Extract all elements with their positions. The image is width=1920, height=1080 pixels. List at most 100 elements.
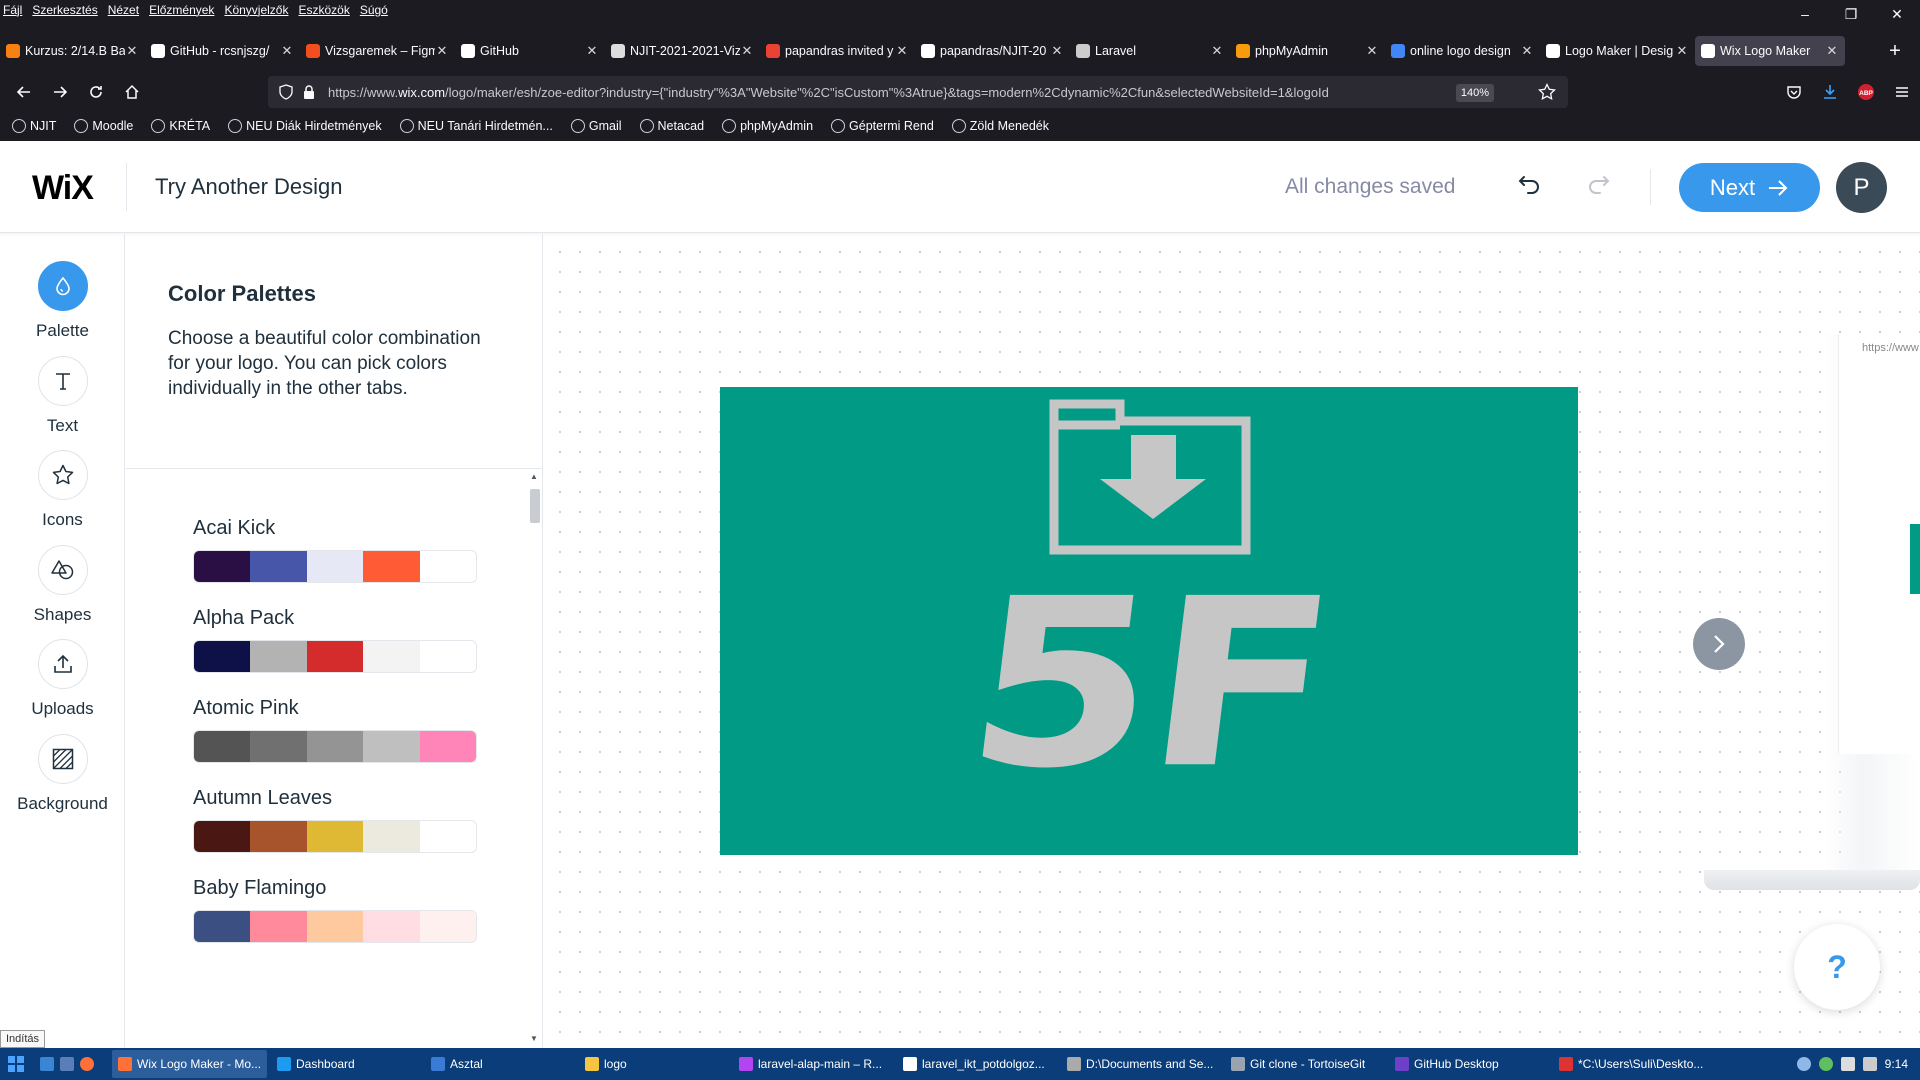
menu-item[interactable]: Súgó — [355, 3, 393, 17]
firefox-icon[interactable] — [80, 1057, 94, 1071]
color-swatch[interactable] — [250, 551, 307, 582]
hamburger-menu-icon[interactable] — [1884, 84, 1920, 100]
redo-button[interactable] — [1583, 169, 1613, 199]
bookmark-item[interactable]: Netacad — [628, 119, 711, 133]
menu-item[interactable]: Eszközök — [293, 3, 354, 17]
bookmark-item[interactable]: Moodle — [62, 119, 139, 133]
bookmark-item[interactable]: phpMyAdmin — [710, 119, 819, 133]
bookmark-item[interactable]: KRÉTA — [139, 119, 216, 133]
browser-tab[interactable]: phpMyAdmin ✕ — [1230, 36, 1385, 66]
bookmark-item[interactable]: NJIT — [0, 119, 62, 133]
color-swatch[interactable] — [419, 731, 476, 762]
adblock-icon[interactable]: ABP — [1848, 83, 1884, 101]
color-swatch[interactable] — [419, 911, 476, 942]
nav-background[interactable]: Background — [0, 734, 125, 814]
color-swatch[interactable] — [194, 731, 251, 762]
next-button[interactable]: Next — [1679, 163, 1820, 212]
close-tab-icon[interactable]: ✕ — [280, 43, 294, 59]
palette-swatches[interactable] — [193, 910, 477, 943]
nav-palette[interactable]: Palette — [0, 261, 125, 341]
home-button[interactable] — [114, 76, 150, 108]
color-swatch[interactable] — [419, 821, 476, 852]
color-swatch[interactable] — [194, 821, 251, 852]
palette-option[interactable]: Atomic Pink — [193, 697, 477, 763]
nav-text[interactable]: Text — [0, 356, 125, 436]
close-tab-icon[interactable]: ✕ — [1365, 43, 1379, 59]
menu-item[interactable]: Könyvjelzők — [219, 3, 293, 17]
taskbar-item[interactable]: laravel_ikt_potdolgoz... — [897, 1050, 1057, 1078]
pocket-icon[interactable] — [1776, 84, 1812, 100]
menu-item[interactable]: Előzmények — [144, 3, 219, 17]
close-tab-icon[interactable]: ✕ — [1210, 43, 1224, 59]
palette-swatches[interactable] — [193, 640, 477, 673]
lock-icon[interactable] — [302, 84, 316, 100]
close-tab-icon[interactable]: ✕ — [1050, 43, 1064, 59]
taskbar-item[interactable]: D:\Documents and Se... — [1061, 1050, 1221, 1078]
minimize-button[interactable]: – — [1782, 0, 1828, 28]
close-tab-icon[interactable]: ✕ — [125, 43, 139, 59]
taskbar-item[interactable]: Git clone - TortoiseGit — [1225, 1050, 1385, 1078]
close-tab-icon[interactable]: ✕ — [1520, 43, 1534, 59]
bookmark-item[interactable]: Gmail — [559, 119, 628, 133]
palette-option[interactable]: Baby Flamingo — [193, 877, 477, 943]
browser-tab[interactable]: papandras/NJIT-20 ✕ — [915, 36, 1070, 66]
close-tab-icon[interactable]: ✕ — [1825, 43, 1839, 59]
color-swatch[interactable] — [363, 551, 420, 582]
browser-tab[interactable]: Logo Maker | Desig ✕ — [1540, 36, 1695, 66]
color-swatch[interactable] — [306, 641, 364, 672]
bookmark-item[interactable]: Géptermi Rend — [819, 119, 940, 133]
palette-option[interactable]: Acai Kick — [193, 517, 477, 583]
color-swatch[interactable] — [363, 821, 420, 852]
taskbar-item[interactable]: logo — [579, 1050, 729, 1078]
color-swatch[interactable] — [194, 911, 251, 942]
taskbar-item[interactable]: laravel-alap-main – R... — [733, 1050, 893, 1078]
taskbar-item[interactable]: GitHub Desktop — [1389, 1050, 1549, 1078]
color-swatch[interactable] — [250, 911, 307, 942]
network-icon[interactable] — [1796, 1057, 1811, 1071]
monitor-icon[interactable] — [1840, 1057, 1855, 1071]
color-swatch[interactable] — [363, 641, 420, 672]
close-tab-icon[interactable]: ✕ — [435, 43, 449, 59]
nav-icons[interactable]: Icons — [0, 450, 125, 530]
browser-tab[interactable]: papandras invited y ✕ — [760, 36, 915, 66]
bookmark-item[interactable]: NEU Tanári Hirdetmén... — [388, 119, 559, 133]
palette-option[interactable]: Autumn Leaves — [193, 787, 477, 853]
browser-tab[interactable]: online logo design ✕ — [1385, 36, 1540, 66]
color-swatch[interactable] — [306, 911, 364, 942]
palette-swatches[interactable] — [193, 550, 477, 583]
back-button[interactable] — [6, 76, 42, 108]
address-bar[interactable]: https://www.wix.com/logo/maker/esh/zoe-e… — [268, 76, 1568, 108]
close-tab-icon[interactable]: ✕ — [895, 43, 909, 59]
browser-tab[interactable]: Wix Logo Maker ✕ — [1695, 36, 1845, 66]
browser-tab[interactable]: NJIT-2021-2021-Viz ✕ — [605, 36, 760, 66]
tray-app-icon[interactable] — [1818, 1057, 1833, 1071]
browser-tab[interactable]: GitHub - rcsnjszg/ ✕ — [145, 36, 300, 66]
palette-swatches[interactable] — [193, 820, 477, 853]
reload-button[interactable] — [78, 76, 114, 108]
downloads-icon[interactable] — [1812, 84, 1848, 100]
browser-tab[interactable]: GitHub ✕ — [455, 36, 605, 66]
color-swatch[interactable] — [306, 731, 364, 762]
taskbar-item[interactable]: *C:\Users\Suli\Deskto... — [1553, 1050, 1703, 1078]
scroll-down-icon[interactable]: ▼ — [529, 1034, 539, 1043]
color-swatch[interactable] — [419, 641, 476, 672]
color-swatch[interactable] — [363, 911, 420, 942]
help-button[interactable]: ? — [1794, 924, 1880, 1010]
taskbar-item[interactable]: Wix Logo Maker - Mo... — [112, 1050, 267, 1078]
browser-tab[interactable]: Vizsgaremek – Figm ✕ — [300, 36, 455, 66]
close-tab-icon[interactable]: ✕ — [585, 43, 599, 59]
color-swatch[interactable] — [250, 821, 307, 852]
wix-logo[interactable]: WiX — [32, 169, 94, 208]
close-tab-icon[interactable]: ✕ — [740, 43, 754, 59]
nav-shapes[interactable]: Shapes — [0, 545, 125, 625]
palette-option[interactable]: Alpha Pack — [193, 607, 477, 673]
menu-item[interactable]: Szerkesztés — [27, 3, 102, 17]
color-swatch[interactable] — [194, 551, 251, 582]
nav-uploads[interactable]: Uploads — [0, 639, 125, 719]
forward-button[interactable] — [42, 76, 78, 108]
color-swatch[interactable] — [363, 731, 420, 762]
avatar[interactable]: P — [1836, 162, 1887, 213]
taskbar-item[interactable]: Asztal — [425, 1050, 575, 1078]
panel-scrollbar[interactable] — [528, 474, 540, 1044]
star-bookmark-icon[interactable] — [1538, 83, 1556, 101]
